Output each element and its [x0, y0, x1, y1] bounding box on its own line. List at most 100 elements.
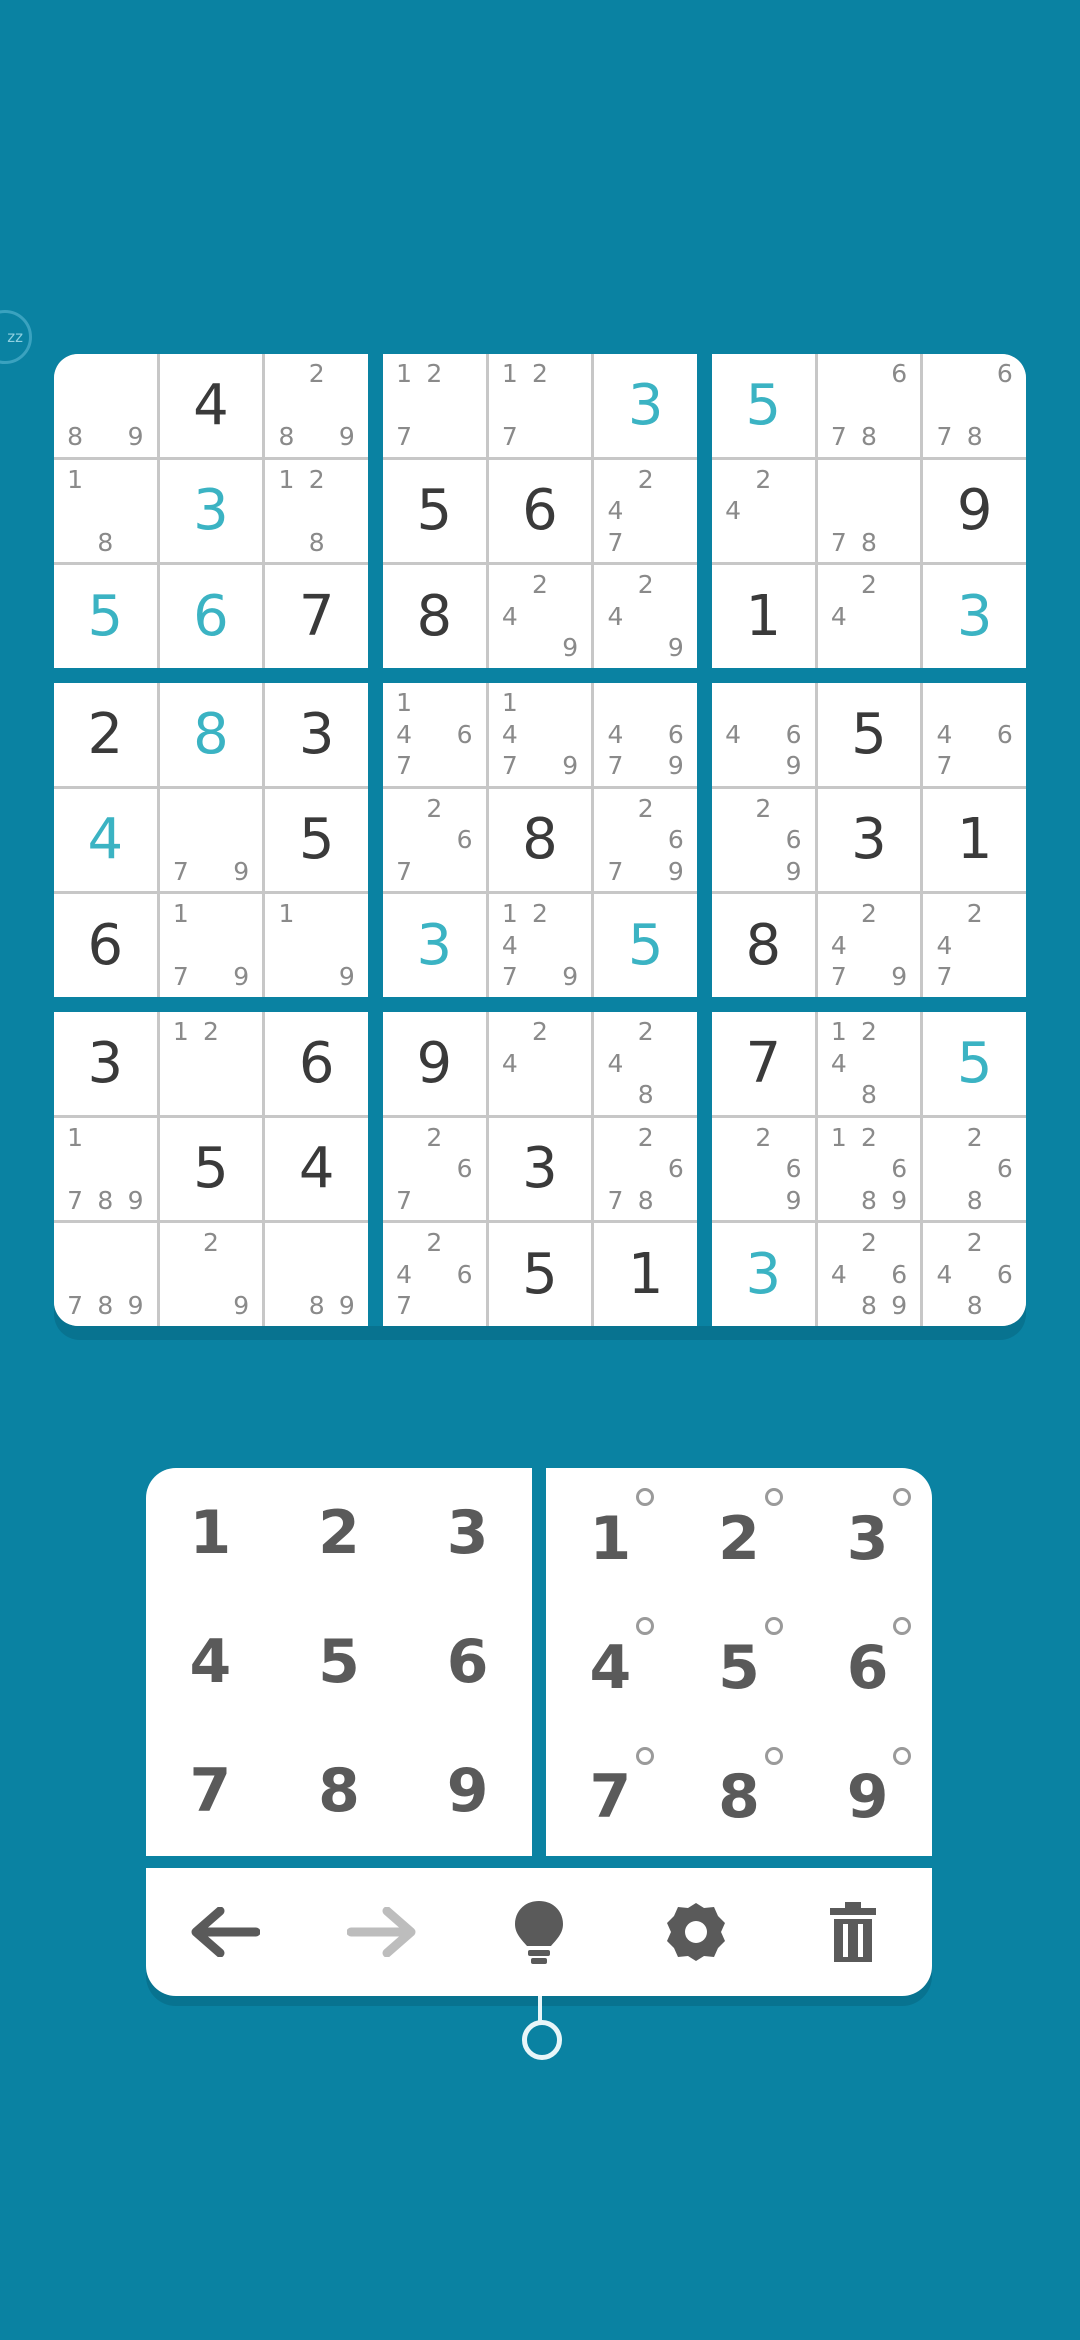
sudoku-cell[interactable]: 12 8: [265, 459, 368, 563]
sudoku-cell[interactable]: 1248: [817, 1012, 921, 1115]
sudoku-cell[interactable]: 247: [923, 894, 1026, 997]
delete-button[interactable]: [813, 1892, 893, 1972]
sudoku-cell[interactable]: 6: [488, 459, 592, 563]
note-key-7[interactable]: 7: [546, 1727, 675, 1856]
sudoku-cell[interactable]: 4: [159, 354, 263, 457]
sudoku-cell[interactable]: 3: [265, 683, 368, 786]
sudoku-cell[interactable]: 89: [265, 1223, 368, 1326]
sudoku-cell[interactable]: 89: [54, 354, 157, 457]
sudoku-cell[interactable]: 18: [54, 459, 157, 563]
sudoku-cell[interactable]: 5: [594, 894, 697, 997]
sudoku-cell[interactable]: 24 68: [923, 1223, 1026, 1326]
digit-key-9[interactable]: 9: [403, 1727, 532, 1856]
sudoku-cell[interactable]: 12: [159, 1012, 263, 1115]
sudoku-cell[interactable]: 1: [712, 565, 815, 668]
sudoku-cell[interactable]: 24: [488, 1012, 592, 1115]
digit-key-4[interactable]: 4: [146, 1597, 275, 1726]
sudoku-cell[interactable]: 24 689: [817, 1223, 921, 1326]
note-key-4[interactable]: 4: [546, 1597, 675, 1726]
sudoku-cell[interactable]: 12 7: [383, 354, 486, 457]
note-key-9[interactable]: 9: [803, 1727, 932, 1856]
sudoku-cell[interactable]: 5: [817, 683, 921, 786]
note-key-5[interactable]: 5: [675, 1597, 804, 1726]
sudoku-cell[interactable]: 3: [488, 1117, 592, 1221]
sudoku-cell[interactable]: 1: [594, 1223, 697, 1326]
note-key-8[interactable]: 8: [675, 1727, 804, 1856]
sudoku-cell[interactable]: 8: [383, 565, 486, 668]
sudoku-cell[interactable]: 9: [383, 1012, 486, 1115]
sudoku-cell[interactable]: 8: [488, 788, 592, 892]
sudoku-cell[interactable]: 12689: [817, 1117, 921, 1221]
sudoku-cell[interactable]: 4: [54, 788, 157, 892]
digit-key-5[interactable]: 5: [275, 1597, 404, 1726]
sudoku-cell[interactable]: 7: [265, 565, 368, 668]
sudoku-cell[interactable]: 12 7: [488, 354, 592, 457]
sudoku-cell[interactable]: 3: [817, 788, 921, 892]
sudoku-cell[interactable]: 3: [159, 459, 263, 563]
sudoku-cell[interactable]: 6: [265, 1012, 368, 1115]
note-key-3[interactable]: 3: [803, 1468, 932, 1597]
digit-key-2[interactable]: 2: [275, 1468, 404, 1597]
sudoku-cell[interactable]: 4 69: [712, 683, 815, 786]
sudoku-cell[interactable]: 26 7 9: [594, 788, 697, 892]
sudoku-cell[interactable]: 7: [712, 1012, 815, 1115]
sudoku-cell[interactable]: 5: [923, 1012, 1026, 1115]
digit-key-8[interactable]: 8: [275, 1727, 404, 1856]
sudoku-cell[interactable]: 5: [488, 1223, 592, 1326]
sudoku-cell[interactable]: 5: [383, 459, 486, 563]
sudoku-cell[interactable]: 78: [817, 459, 921, 563]
sudoku-cell[interactable]: 79: [159, 788, 263, 892]
sudoku-cell[interactable]: 24: [712, 459, 815, 563]
sudoku-cell[interactable]: 8: [159, 683, 263, 786]
sudoku-cell[interactable]: 6: [159, 565, 263, 668]
sudoku-cell[interactable]: 269: [712, 788, 815, 892]
sudoku-cell[interactable]: 29: [159, 1223, 263, 1326]
hint-button[interactable]: [499, 1892, 579, 1972]
sudoku-cell[interactable]: 5: [712, 354, 815, 457]
sudoku-cell[interactable]: 6 78: [923, 354, 1026, 457]
sudoku-cell[interactable]: 24 6 7: [383, 1223, 486, 1326]
sudoku-cell[interactable]: 1247 9: [488, 894, 592, 997]
sudoku-cell[interactable]: 269: [712, 1117, 815, 1221]
sudoku-cell[interactable]: 26 78: [594, 1117, 697, 1221]
sudoku-cell[interactable]: 19: [265, 894, 368, 997]
sudoku-cell[interactable]: 247: [594, 459, 697, 563]
sudoku-cell[interactable]: 147 9: [488, 683, 592, 786]
sudoku-cell[interactable]: 3: [712, 1223, 815, 1326]
sudoku-cell[interactable]: 2 8 9: [265, 354, 368, 457]
sudoku-cell[interactable]: 6: [54, 894, 157, 997]
sudoku-cell[interactable]: 8: [712, 894, 815, 997]
hint-indicator[interactable]: [522, 2020, 562, 2060]
digit-key-7[interactable]: 7: [146, 1727, 275, 1856]
redo-button[interactable]: [342, 1892, 422, 1972]
sudoku-cell[interactable]: 5: [265, 788, 368, 892]
sudoku-cell[interactable]: 4 6 7 9: [594, 683, 697, 786]
sudoku-cell[interactable]: 24 9: [488, 565, 592, 668]
settings-button[interactable]: [656, 1892, 736, 1972]
sudoku-cell[interactable]: 1789: [54, 1117, 157, 1221]
sudoku-cell[interactable]: 3: [383, 894, 486, 997]
sudoku-cell[interactable]: 3: [923, 565, 1026, 668]
note-key-2[interactable]: 2: [675, 1468, 804, 1597]
note-key-1[interactable]: 1: [546, 1468, 675, 1597]
sudoku-cell[interactable]: 26 7: [383, 788, 486, 892]
sudoku-cell[interactable]: 14 6 7: [383, 683, 486, 786]
note-key-6[interactable]: 6: [803, 1597, 932, 1726]
sudoku-cell[interactable]: 3: [54, 1012, 157, 1115]
sudoku-cell[interactable]: 6 78: [817, 354, 921, 457]
sudoku-cell[interactable]: 3: [594, 354, 697, 457]
sudoku-cell[interactable]: 1 7 9: [159, 894, 263, 997]
sudoku-cell[interactable]: 268: [923, 1117, 1026, 1221]
sudoku-cell[interactable]: 24 9: [594, 565, 697, 668]
sudoku-cell[interactable]: 26 7: [383, 1117, 486, 1221]
sudoku-cell[interactable]: 4 6 7: [923, 683, 1026, 786]
sudoku-cell[interactable]: 5: [54, 565, 157, 668]
sudoku-cell[interactable]: 247 9: [817, 894, 921, 997]
sudoku-cell[interactable]: 789: [54, 1223, 157, 1326]
sudoku-cell[interactable]: 5: [159, 1117, 263, 1221]
sleep-badge[interactable]: zz: [0, 310, 32, 364]
sudoku-cell[interactable]: 24: [817, 565, 921, 668]
digit-key-6[interactable]: 6: [403, 1597, 532, 1726]
undo-button[interactable]: [185, 1892, 265, 1972]
digit-key-3[interactable]: 3: [403, 1468, 532, 1597]
